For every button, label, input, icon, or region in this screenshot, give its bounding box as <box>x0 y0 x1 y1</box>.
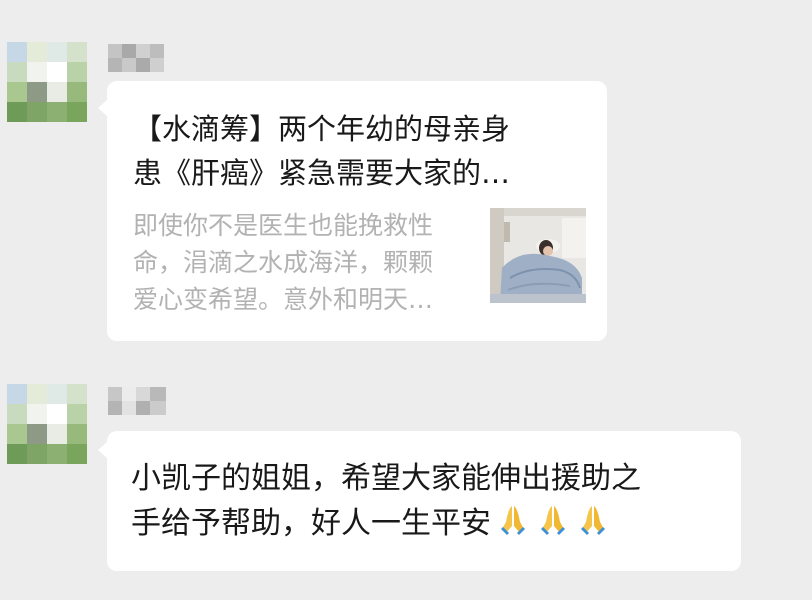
blurred-avatar-icon <box>7 42 87 122</box>
folded-hands-icon <box>575 502 611 538</box>
sender-name-blurred <box>108 44 164 72</box>
text-message: 小凯子的姐姐，希望大家能伸出援助之 手给予帮助，好人一生平安 <box>131 456 731 546</box>
folded-hands-icon <box>535 502 571 538</box>
link-card-title-line: 【水滴筹】两个年幼的母亲身 <box>133 112 511 146</box>
link-card-description: 即使你不是医生也能挽救性 命，涓滴之水成海洋，颗颗 爱心变希望。意外和明天… <box>133 207 483 318</box>
link-card-description-line: 命，涓滴之水成海洋，颗颗 <box>133 248 434 277</box>
sender-avatar[interactable] <box>7 384 87 464</box>
patient-in-hospital-bed-image <box>490 208 586 303</box>
folded-hands-icon <box>495 502 531 538</box>
text-message-line: 手给予帮助，好人一生平安 <box>131 506 491 541</box>
link-card-title-line: 患《肝癌》紧急需要大家的… <box>133 156 511 190</box>
link-card-title[interactable]: 【水滴筹】两个年幼的母亲身 患《肝癌》紧急需要大家的… <box>133 107 573 195</box>
link-card-description-line: 即使你不是医生也能挽救性 <box>133 211 434 240</box>
text-message-line: 小凯子的姐姐，希望大家能伸出援助之 <box>131 461 641 496</box>
sender-avatar[interactable] <box>7 42 87 122</box>
link-card-thumbnail[interactable] <box>490 208 586 303</box>
text-message-line-with-emoji: 手给予帮助，好人一生平安 <box>131 501 731 546</box>
blurred-avatar-icon <box>7 384 87 464</box>
link-card-description-line: 爱心变希望。意外和明天… <box>133 285 434 314</box>
sender-name-blurred <box>108 387 166 415</box>
